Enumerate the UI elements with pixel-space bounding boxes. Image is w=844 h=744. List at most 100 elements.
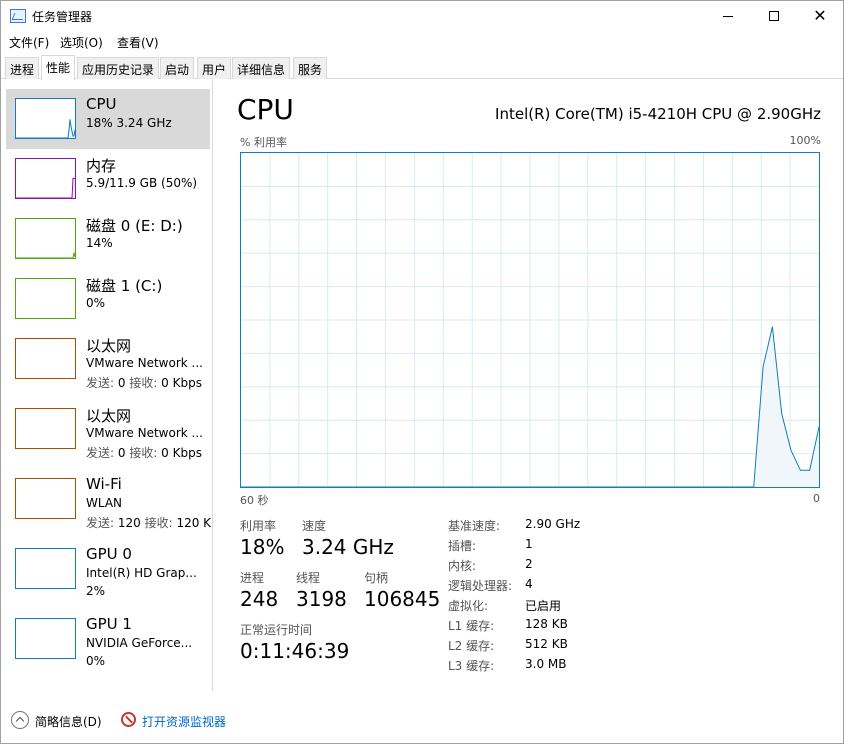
receive-value: 0 Kbps (157, 376, 202, 390)
utilization-value: 18% (240, 535, 285, 559)
tab-users[interactable]: 用户 (197, 57, 232, 79)
menu-file[interactable]: 文件(F) (9, 34, 49, 51)
sidebar-item-subtitle: VMware Network ... (86, 426, 203, 440)
sidebar-thumbnail-svg (16, 479, 75, 518)
sidebar-item-wifi[interactable]: Wi-Fi WLAN 发送: 120 接收: 120 Kb (6, 469, 212, 531)
detail-label: 逻辑处理器: (448, 579, 513, 593)
send-value: 0 (114, 376, 130, 390)
sidebar-item-subtitle: 14% (86, 236, 113, 250)
detail-value: 2 (525, 557, 533, 571)
threads-value: 3198 (296, 587, 347, 611)
close-button[interactable]: ✕ (797, 1, 843, 31)
detail-label: 虚拟化: (448, 599, 489, 613)
send-value: 0 (114, 446, 130, 460)
sidebar-item-subtitle: Intel(R) HD Grap... (86, 566, 197, 580)
maximize-button[interactable] (751, 1, 797, 31)
window-title: 任务管理器 (32, 10, 93, 24)
sidebar-item-title: Wi-Fi (86, 475, 122, 493)
sidebar-thumbnail-graph (15, 408, 76, 449)
detail-value: 2.90 GHz (525, 517, 581, 531)
detail-value: 3.0 MB (525, 657, 567, 671)
menu-view[interactable]: 查看(V) (117, 34, 159, 51)
sidebar-thumbnail-svg (16, 549, 75, 588)
cpu-graph-svg (241, 153, 820, 488)
sidebar-thumbnail-svg (16, 409, 75, 448)
sidebar-item-stats: 发送: 0 接收: 0 Kbps (86, 374, 202, 391)
tab-services[interactable]: 服务 (293, 57, 328, 79)
sidebar-item-ethernet-1[interactable]: 以太网 VMware Network ... 发送: 0 接收: 0 Kbps (6, 329, 210, 391)
detail-value: 1 (525, 537, 533, 551)
chevron-up-icon[interactable] (11, 711, 29, 729)
tab-bar: 进程 性能 应用历史记录 启动 用户 详细信息 服务 (1, 55, 843, 80)
utilization-label: 利用率 (240, 519, 277, 533)
send-value: 120 (114, 516, 145, 530)
uptime-label: 正常运行时间 (240, 623, 313, 637)
sidebar-item-title: 以太网 (86, 407, 132, 425)
sidebar-item-title: GPU 0 (86, 545, 132, 563)
detail-label: L1 缓存: (448, 619, 495, 633)
sidebar-item-subtitle: NVIDIA GeForce... (86, 636, 193, 650)
sidebar-thumbnail-svg (16, 619, 75, 658)
detail-label: 基准速度: (448, 519, 501, 533)
detail-label: L2 缓存: (448, 639, 495, 653)
sidebar-item-gpu-1[interactable]: GPU 1 NVIDIA GeForce... 0% (6, 609, 210, 669)
sidebar-thumbnail-svg (16, 279, 75, 318)
sidebar-thumbnail-svg (16, 178, 75, 198)
speed-value: 3.24 GHz (302, 535, 394, 559)
speed-label: 速度 (302, 519, 327, 533)
thumbnail-line (16, 178, 75, 198)
handles-value: 106845 (364, 587, 441, 611)
sidebar-item-cpu[interactable]: CPU 18% 3.24 GHz (6, 89, 210, 149)
minimize-button[interactable] (705, 1, 751, 31)
sidebar-thumbnail-graph (15, 158, 76, 199)
tab-startup[interactable]: 启动 (160, 57, 195, 79)
thumbnail-line (16, 119, 75, 138)
tab-processes[interactable]: 进程 (5, 57, 40, 79)
sidebar-thumbnail-graph (15, 98, 76, 139)
minimize-icon (723, 15, 733, 17)
threads-label: 线程 (296, 571, 321, 585)
sidebar-item-stats: 2% (86, 584, 106, 598)
open-resource-monitor-link[interactable]: 打开资源监视器 (142, 713, 226, 730)
handles-label: 句柄 (364, 571, 389, 585)
detail-value: 512 KB (525, 637, 568, 651)
resource-monitor-icon[interactable] (121, 712, 136, 727)
menu-bar: 文件(F) 选项(O) 查看(V) (1, 31, 843, 53)
resource-sidebar: CPU 18% 3.24 GHz 内存 5.9/11.9 GB (50%) 磁盘 0 (… (1, 79, 213, 691)
sidebar-item-disk-0[interactable]: 磁盘 0 (E: D:) 14% (6, 209, 210, 269)
thumbnail-area (16, 119, 75, 138)
receive-label: 接收: (129, 376, 158, 390)
thumbnail-area (16, 252, 75, 258)
sidebar-item-title: 磁盘 0 (E: D:) (86, 217, 183, 235)
sidebar-item-stats: 发送: 0 接收: 0 Kbps (86, 444, 202, 461)
menu-options[interactable]: 选项(O) (60, 34, 103, 51)
graph-max-label: 100% (789, 134, 821, 147)
sidebar-item-memory[interactable]: 内存 5.9/11.9 GB (50%) (6, 149, 210, 209)
sidebar-item-subtitle: 18% 3.24 GHz (86, 116, 172, 130)
maximize-icon (769, 11, 779, 21)
sidebar-item-subtitle: 0% (86, 296, 106, 310)
title-bar: 任务管理器 ✕ (1, 1, 843, 31)
cpu-detail-panel: CPU Intel(R) Core(TM) i5-4210H CPU @ 2.9… (215, 79, 843, 691)
sidebar-item-subtitle: WLAN (86, 496, 123, 510)
sidebar-item-title: GPU 1 (86, 615, 132, 633)
thumbnail-line (16, 252, 75, 258)
sidebar-item-stats: 发送: 120 接收: 120 Kb (86, 514, 212, 531)
tab-app-history[interactable]: 应用历史记录 (77, 57, 160, 79)
tab-details[interactable]: 详细信息 (232, 57, 291, 79)
sidebar-thumbnail-graph (15, 548, 76, 589)
sidebar-item-title: 磁盘 1 (C:) (86, 277, 163, 295)
sidebar-item-gpu-0[interactable]: GPU 0 Intel(R) HD Grap... 2% (6, 539, 210, 599)
sidebar-item-ethernet-2[interactable]: 以太网 VMware Network ... 发送: 0 接收: 0 Kbps (6, 399, 210, 461)
cpu-utilization-graph (240, 152, 820, 488)
sidebar-thumbnail-svg (16, 252, 75, 258)
detail-label: 内核: (448, 559, 477, 573)
fewer-details-button[interactable]: 简略信息(D) (35, 713, 102, 730)
sidebar-item-disk-1[interactable]: 磁盘 1 (C:) 0% (6, 269, 210, 329)
sidebar-item-stats: 0% (86, 654, 106, 668)
sidebar-thumbnail-graph (15, 618, 76, 659)
send-label: 发送: (86, 376, 115, 390)
detail-value: 128 KB (525, 617, 568, 631)
receive-value: 0 Kbps (157, 446, 202, 460)
tab-performance[interactable]: 性能 (41, 55, 76, 80)
